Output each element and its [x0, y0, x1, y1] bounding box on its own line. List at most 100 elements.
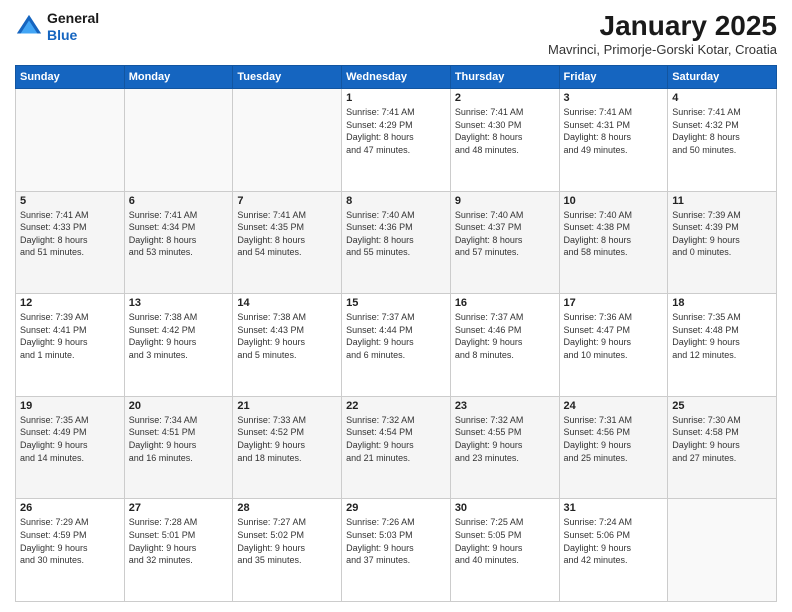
- calendar-cell: 28 Sunrise: 7:27 AM Sunset: 5:02 PM Dayli…: [233, 499, 342, 602]
- calendar-cell: 19Sunrise: 7:35 AM Sunset: 4:49 PM Dayli…: [16, 396, 125, 499]
- day-number: 2: [455, 92, 555, 104]
- weekday-header: Tuesday: [233, 66, 342, 89]
- calendar-cell: 7 Sunrise: 7:41 AM Sunset: 4:35 PM Daylig…: [233, 191, 342, 294]
- day-number: 4: [672, 92, 772, 104]
- calendar-cell: 11Sunrise: 7:39 AM Sunset: 4:39 PM Dayli…: [668, 191, 777, 294]
- logo-icon: [15, 13, 43, 41]
- calendar-cell: 21Sunrise: 7:33 AM Sunset: 4:52 PM Dayli…: [233, 396, 342, 499]
- weekday-header: Monday: [124, 66, 233, 89]
- cell-content: Sunrise: 7:41 AM Sunset: 4:32 PM Dayligh…: [672, 106, 772, 156]
- day-number: 19: [20, 400, 120, 412]
- weekday-header: Thursday: [450, 66, 559, 89]
- cell-content: Sunrise: 7:26 AM Sunset: 5:03 PM Dayligh…: [346, 516, 446, 566]
- month-title: January 2025: [548, 10, 777, 42]
- day-number: 16: [455, 297, 555, 309]
- weekday-header: Saturday: [668, 66, 777, 89]
- calendar-week-row: 19Sunrise: 7:35 AM Sunset: 4:49 PM Dayli…: [16, 396, 777, 499]
- weekday-header-row: SundayMondayTuesdayWednesdayThursdayFrid…: [16, 66, 777, 89]
- calendar-cell: 16 Sunrise: 7:37 AM Sunset: 4:46 PM Dayli…: [450, 294, 559, 397]
- cell-content: Sunrise: 7:35 AM Sunset: 4:48 PM Dayligh…: [672, 311, 772, 361]
- cell-content: Sunrise: 7:28 AM Sunset: 5:01 PM Dayligh…: [129, 516, 229, 566]
- calendar-cell: 18 Sunrise: 7:35 AM Sunset: 4:48 PM Dayli…: [668, 294, 777, 397]
- day-number: 8: [346, 195, 446, 207]
- logo-text: General Blue: [47, 10, 99, 44]
- day-number: 18: [672, 297, 772, 309]
- page: General Blue January 2025 Mavrinci, Prim…: [0, 0, 792, 612]
- day-number: 25: [672, 400, 772, 412]
- calendar-cell: 22 Sunrise: 7:32 AM Sunset: 4:54 PM Dayli…: [342, 396, 451, 499]
- day-number: 28: [237, 502, 337, 514]
- calendar-cell: [124, 89, 233, 192]
- calendar-cell: 9 Sunrise: 7:40 AM Sunset: 4:37 PM Daylig…: [450, 191, 559, 294]
- logo-line2: Blue: [47, 27, 99, 44]
- cell-content: Sunrise: 7:36 AM Sunset: 4:47 PM Dayligh…: [564, 311, 664, 361]
- calendar-cell: 6 Sunrise: 7:41 AM Sunset: 4:34 PM Daylig…: [124, 191, 233, 294]
- weekday-header: Friday: [559, 66, 668, 89]
- day-number: 31: [564, 502, 664, 514]
- calendar-cell: 8 Sunrise: 7:40 AM Sunset: 4:36 PM Daylig…: [342, 191, 451, 294]
- calendar-cell: 1Sunrise: 7:41 AM Sunset: 4:29 PM Daylig…: [342, 89, 451, 192]
- cell-content: Sunrise: 7:31 AM Sunset: 4:56 PM Dayligh…: [564, 414, 664, 464]
- calendar-cell: 20 Sunrise: 7:34 AM Sunset: 4:51 PM Dayli…: [124, 396, 233, 499]
- cell-content: Sunrise: 7:27 AM Sunset: 5:02 PM Dayligh…: [237, 516, 337, 566]
- day-number: 3: [564, 92, 664, 104]
- cell-content: Sunrise: 7:40 AM Sunset: 4:36 PM Dayligh…: [346, 209, 446, 259]
- calendar-cell: 23 Sunrise: 7:32 AM Sunset: 4:55 PM Dayli…: [450, 396, 559, 499]
- day-number: 20: [129, 400, 229, 412]
- cell-content: Sunrise: 7:41 AM Sunset: 4:30 PM Dayligh…: [455, 106, 555, 156]
- calendar-cell: [668, 499, 777, 602]
- header: General Blue January 2025 Mavrinci, Prim…: [15, 10, 777, 57]
- calendar-cell: 17Sunrise: 7:36 AM Sunset: 4:47 PM Dayli…: [559, 294, 668, 397]
- calendar-week-row: 5 Sunrise: 7:41 AM Sunset: 4:33 PM Daylig…: [16, 191, 777, 294]
- calendar-week-row: 1Sunrise: 7:41 AM Sunset: 4:29 PM Daylig…: [16, 89, 777, 192]
- calendar-cell: 29Sunrise: 7:26 AM Sunset: 5:03 PM Dayli…: [342, 499, 451, 602]
- calendar-cell: 4 Sunrise: 7:41 AM Sunset: 4:32 PM Daylig…: [668, 89, 777, 192]
- calendar-cell: 30 Sunrise: 7:25 AM Sunset: 5:05 PM Dayli…: [450, 499, 559, 602]
- logo: General Blue: [15, 10, 99, 44]
- day-number: 13: [129, 297, 229, 309]
- day-number: 24: [564, 400, 664, 412]
- day-number: 12: [20, 297, 120, 309]
- cell-content: Sunrise: 7:29 AM Sunset: 4:59 PM Dayligh…: [20, 516, 120, 566]
- cell-content: Sunrise: 7:38 AM Sunset: 4:42 PM Dayligh…: [129, 311, 229, 361]
- cell-content: Sunrise: 7:40 AM Sunset: 4:38 PM Dayligh…: [564, 209, 664, 259]
- cell-content: Sunrise: 7:41 AM Sunset: 4:34 PM Dayligh…: [129, 209, 229, 259]
- calendar-cell: 10 Sunrise: 7:40 AM Sunset: 4:38 PM Dayli…: [559, 191, 668, 294]
- calendar-cell: 5 Sunrise: 7:41 AM Sunset: 4:33 PM Daylig…: [16, 191, 125, 294]
- day-number: 27: [129, 502, 229, 514]
- cell-content: Sunrise: 7:34 AM Sunset: 4:51 PM Dayligh…: [129, 414, 229, 464]
- calendar-cell: 25Sunrise: 7:30 AM Sunset: 4:58 PM Dayli…: [668, 396, 777, 499]
- cell-content: Sunrise: 7:32 AM Sunset: 4:55 PM Dayligh…: [455, 414, 555, 464]
- day-number: 15: [346, 297, 446, 309]
- cell-content: Sunrise: 7:24 AM Sunset: 5:06 PM Dayligh…: [564, 516, 664, 566]
- cell-content: Sunrise: 7:41 AM Sunset: 4:29 PM Dayligh…: [346, 106, 446, 156]
- calendar-cell: [16, 89, 125, 192]
- day-number: 21: [237, 400, 337, 412]
- calendar-cell: 26Sunrise: 7:29 AM Sunset: 4:59 PM Dayli…: [16, 499, 125, 602]
- calendar-week-row: 26Sunrise: 7:29 AM Sunset: 4:59 PM Dayli…: [16, 499, 777, 602]
- day-number: 6: [129, 195, 229, 207]
- calendar-cell: 2 Sunrise: 7:41 AM Sunset: 4:30 PM Daylig…: [450, 89, 559, 192]
- cell-content: Sunrise: 7:38 AM Sunset: 4:43 PM Dayligh…: [237, 311, 337, 361]
- cell-content: Sunrise: 7:25 AM Sunset: 5:05 PM Dayligh…: [455, 516, 555, 566]
- calendar-cell: 15Sunrise: 7:37 AM Sunset: 4:44 PM Dayli…: [342, 294, 451, 397]
- title-block: January 2025 Mavrinci, Primorje-Gorski K…: [548, 10, 777, 57]
- cell-content: Sunrise: 7:41 AM Sunset: 4:35 PM Dayligh…: [237, 209, 337, 259]
- calendar-cell: 13 Sunrise: 7:38 AM Sunset: 4:42 PM Dayli…: [124, 294, 233, 397]
- day-number: 7: [237, 195, 337, 207]
- day-number: 22: [346, 400, 446, 412]
- day-number: 30: [455, 502, 555, 514]
- day-number: 14: [237, 297, 337, 309]
- day-number: 23: [455, 400, 555, 412]
- day-number: 10: [564, 195, 664, 207]
- cell-content: Sunrise: 7:37 AM Sunset: 4:46 PM Dayligh…: [455, 311, 555, 361]
- calendar-cell: 24 Sunrise: 7:31 AM Sunset: 4:56 PM Dayli…: [559, 396, 668, 499]
- location: Mavrinci, Primorje-Gorski Kotar, Croatia: [548, 42, 777, 57]
- cell-content: Sunrise: 7:40 AM Sunset: 4:37 PM Dayligh…: [455, 209, 555, 259]
- cell-content: Sunrise: 7:32 AM Sunset: 4:54 PM Dayligh…: [346, 414, 446, 464]
- day-number: 11: [672, 195, 772, 207]
- day-number: 9: [455, 195, 555, 207]
- day-number: 5: [20, 195, 120, 207]
- cell-content: Sunrise: 7:41 AM Sunset: 4:33 PM Dayligh…: [20, 209, 120, 259]
- calendar-week-row: 12Sunrise: 7:39 AM Sunset: 4:41 PM Dayli…: [16, 294, 777, 397]
